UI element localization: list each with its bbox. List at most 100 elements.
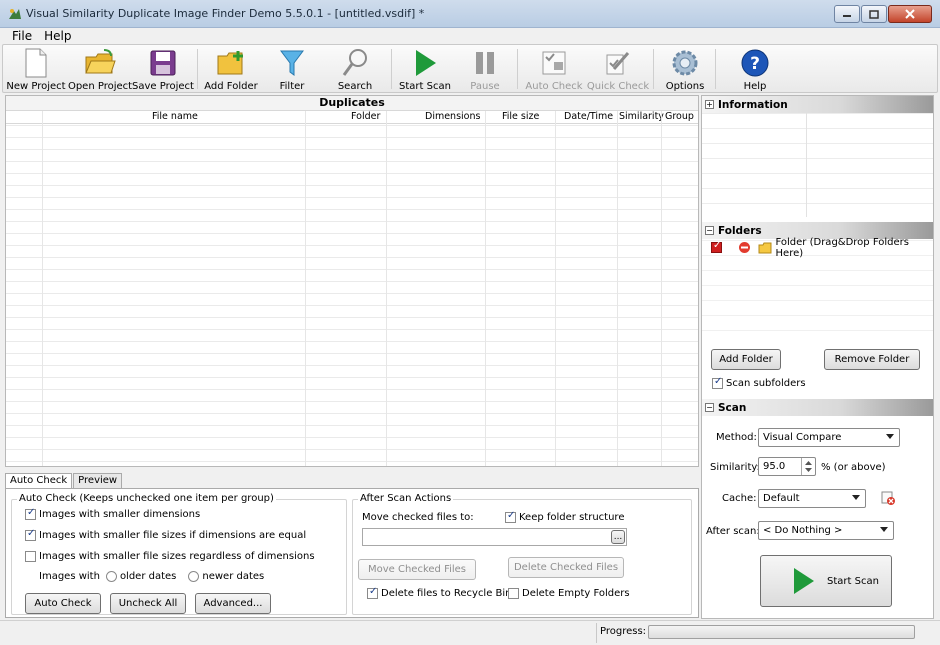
- checkbox[interactable]: [712, 376, 723, 389]
- opt-smaller-dims[interactable]: Images with smaller dimensions: [25, 507, 200, 520]
- cache-select[interactable]: Default: [758, 489, 866, 508]
- dropdown-arrow-icon: [880, 527, 888, 532]
- scan-subfolders[interactable]: Scan subfolders: [712, 376, 806, 389]
- folder-icon: [758, 242, 772, 253]
- options-button[interactable]: Options: [663, 47, 707, 93]
- after-scan-label: After scan:: [706, 526, 760, 537]
- close-icon: [905, 9, 915, 19]
- column-folder[interactable]: Folder: [351, 111, 380, 122]
- delete-to-recycle-bin[interactable]: Delete files to Recycle Bin: [367, 586, 512, 599]
- checkbox[interactable]: [505, 510, 516, 523]
- folder-row-label: Folder (Drag&Drop Folders Here): [775, 236, 909, 259]
- opt-smaller-size-equal-dims[interactable]: Images with smaller file sizes if dimens…: [25, 528, 306, 541]
- pause-button[interactable]: Pause: [463, 47, 507, 93]
- column-file-size[interactable]: File size: [502, 111, 539, 122]
- status-bar: Progress:: [0, 620, 940, 645]
- window-title: Visual Similarity Duplicate Image Finder…: [26, 7, 425, 20]
- scan-section-header[interactable]: − Scan: [702, 399, 933, 416]
- tab-preview[interactable]: Preview: [73, 473, 123, 489]
- bottom-panel: Auto Check Preview Auto Check (Keeps unc…: [5, 473, 699, 618]
- method-label: Method:: [716, 432, 757, 443]
- gear-icon: [672, 50, 698, 76]
- checkbox[interactable]: [25, 551, 36, 562]
- dropdown-arrow-icon: [886, 434, 894, 439]
- checkbox[interactable]: [367, 586, 378, 599]
- start-scan-panel-button[interactable]: Start Scan: [760, 555, 892, 607]
- similarity-suffix: % (or above): [821, 462, 886, 473]
- duplicates-header: File name Folder Dimensions File size Da…: [6, 111, 698, 124]
- pause-icon: [476, 52, 494, 74]
- save-project-button[interactable]: Save Project: [132, 47, 194, 93]
- after-scan-actions-group: After Scan Actions Move checked files to…: [352, 493, 692, 615]
- menu-file[interactable]: File: [6, 28, 38, 44]
- expand-toggle-icon[interactable]: +: [705, 100, 714, 109]
- radio-older-dates[interactable]: [105, 571, 117, 582]
- column-file-name[interactable]: File name: [152, 111, 198, 122]
- collapse-toggle-icon[interactable]: −: [705, 403, 714, 412]
- radio-newer-dates[interactable]: [188, 571, 200, 582]
- column-similarity[interactable]: Similarity: [619, 111, 664, 122]
- delete-checked-files-button[interactable]: Delete Checked Files: [508, 557, 624, 578]
- search-button[interactable]: Search: [333, 47, 377, 93]
- column-group[interactable]: Group: [665, 111, 694, 122]
- advanced-button[interactable]: Advanced...: [195, 593, 271, 614]
- filter-button[interactable]: Filter: [269, 47, 315, 93]
- uncheck-all-button[interactable]: Uncheck All: [110, 593, 186, 614]
- play-icon: [416, 50, 436, 76]
- quick-check-icon: [606, 52, 630, 75]
- minimize-button[interactable]: [834, 5, 860, 23]
- filter-funnel-icon: [280, 50, 304, 76]
- keep-folder-structure[interactable]: Keep folder structure: [505, 510, 624, 523]
- add-folder-panel-button[interactable]: Add Folder: [711, 349, 781, 370]
- open-project-button[interactable]: Open Project: [68, 47, 132, 93]
- save-disk-icon: [150, 50, 176, 76]
- auto-check-group: Auto Check (Keeps unchecked one item per…: [11, 493, 347, 615]
- column-date-time[interactable]: Date/Time: [564, 111, 613, 122]
- auto-check-run-button[interactable]: Auto Check: [25, 593, 101, 614]
- duplicates-grid[interactable]: [6, 125, 698, 466]
- auto-check-button[interactable]: Auto Check: [525, 47, 583, 93]
- move-path-input[interactable]: [362, 528, 627, 546]
- tab-auto-check[interactable]: Auto Check: [5, 473, 73, 489]
- similarity-spinner[interactable]: 95.0: [758, 457, 816, 476]
- after-scan-select[interactable]: < Do Nothing >: [758, 521, 894, 540]
- add-folder-button[interactable]: Add Folder: [203, 47, 259, 93]
- checkbox[interactable]: [25, 507, 36, 520]
- folders-list[interactable]: Folder (Drag&Drop Folders Here): [702, 237, 933, 333]
- remove-folder-button[interactable]: Remove Folder: [824, 349, 920, 370]
- cache-label: Cache:: [722, 493, 757, 504]
- quick-check-button[interactable]: Quick Check: [587, 47, 649, 93]
- after-scan-actions-title: After Scan Actions: [358, 493, 454, 504]
- auto-check-group-title: Auto Check (Keeps unchecked one item per…: [17, 493, 276, 504]
- start-scan-button[interactable]: Start Scan: [398, 47, 452, 93]
- help-question-icon: ?: [741, 49, 769, 77]
- folder-row[interactable]: Folder (Drag&Drop Folders Here): [702, 237, 933, 259]
- clear-cache-icon[interactable]: [880, 490, 896, 506]
- opt-smaller-size-any-dims[interactable]: Images with smaller file sizes regardles…: [25, 551, 315, 562]
- checkbox[interactable]: [508, 588, 519, 599]
- browse-button[interactable]: ...: [611, 530, 625, 544]
- spinner-arrows-icon[interactable]: [801, 458, 815, 475]
- menu-help[interactable]: Help: [38, 28, 77, 44]
- method-select[interactable]: Visual Compare: [758, 428, 900, 447]
- auto-check-tab-body: Auto Check (Keeps unchecked one item per…: [5, 488, 699, 618]
- search-magnifier-icon: [342, 49, 367, 76]
- auto-check-list-icon: [542, 51, 566, 75]
- folder-include-checkbox[interactable]: [711, 240, 722, 253]
- close-button[interactable]: [888, 5, 932, 23]
- exclude-icon[interactable]: [738, 241, 750, 254]
- new-document-icon: [25, 48, 47, 78]
- minimize-icon: [843, 15, 851, 17]
- new-project-button[interactable]: New Project: [6, 47, 66, 93]
- dropdown-arrow-icon: [852, 495, 860, 500]
- collapse-toggle-icon[interactable]: −: [705, 226, 714, 235]
- menu-bar: File Help: [0, 28, 940, 44]
- information-section-header[interactable]: + Information: [702, 96, 933, 113]
- delete-empty-folders[interactable]: Delete Empty Folders: [508, 588, 630, 599]
- checkbox[interactable]: [25, 528, 36, 541]
- column-dimensions[interactable]: Dimensions: [425, 111, 480, 122]
- app-icon: [9, 9, 21, 19]
- help-button[interactable]: ? Help: [735, 47, 775, 93]
- move-checked-files-button[interactable]: Move Checked Files: [358, 559, 476, 580]
- maximize-button[interactable]: [861, 5, 887, 23]
